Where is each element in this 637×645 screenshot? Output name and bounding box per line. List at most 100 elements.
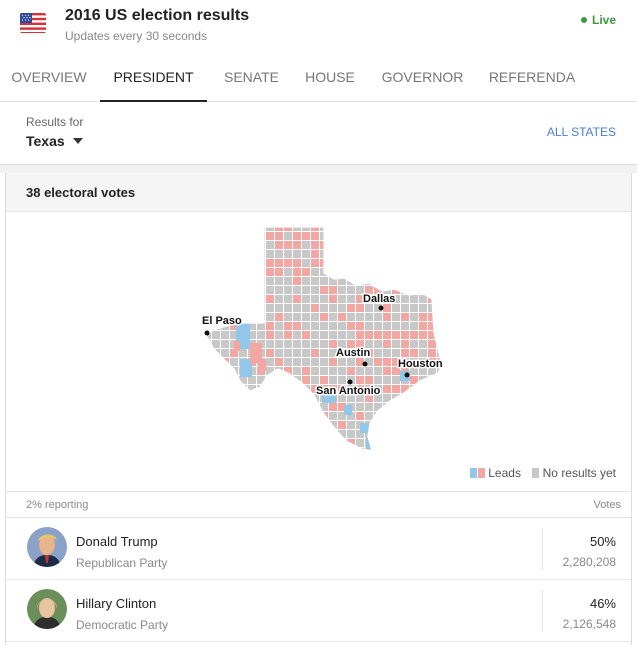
- candidate-name: Hillary Clinton: [76, 596, 157, 611]
- county-cell: [230, 268, 238, 276]
- county-cell: [284, 295, 292, 303]
- county-cell: [365, 403, 373, 411]
- county-cell: [212, 367, 220, 375]
- county-cell: [428, 322, 436, 330]
- county-cell: [275, 430, 283, 438]
- state-dropdown[interactable]: Texas: [26, 133, 83, 149]
- county-cell: [437, 412, 442, 420]
- county-cell: [284, 430, 292, 438]
- county-cell: [419, 277, 427, 285]
- county-cell: [374, 367, 382, 375]
- county-cell: [419, 340, 427, 348]
- county-cell: [266, 241, 274, 249]
- county-cell: [392, 227, 400, 231]
- county-cell: [419, 421, 427, 429]
- tab-house[interactable]: HOUSE: [294, 56, 366, 102]
- city-marker-san-antonio: [347, 379, 353, 385]
- county-cell: [410, 232, 418, 240]
- county-cell: [221, 394, 229, 402]
- county-cell: [329, 295, 337, 303]
- county-cell: [410, 268, 418, 276]
- county-cell: [311, 331, 319, 339]
- county-cell: [437, 227, 442, 231]
- county-cell: [347, 322, 355, 330]
- county-cell: [221, 367, 229, 375]
- tab-referenda[interactable]: REFERENDA: [478, 56, 586, 102]
- county-cell: [275, 277, 283, 285]
- county-cell: [266, 403, 274, 411]
- county-cell: [266, 340, 274, 348]
- legend-swatch-republican: [477, 467, 485, 478]
- tab-overview[interactable]: OVERVIEW: [0, 56, 98, 102]
- live-indicator: Live: [580, 13, 616, 27]
- candidate-row[interactable]: Donald Trump Republican Party 50% 2,280,…: [6, 518, 631, 580]
- county-cell: [338, 250, 346, 258]
- county-cell: [284, 412, 292, 420]
- candidate-avatar: [27, 527, 67, 567]
- county-cell: [446, 421, 454, 429]
- county-cell: [428, 394, 436, 402]
- county-cell: [392, 232, 400, 240]
- tab-president[interactable]: PRESIDENT: [100, 56, 207, 102]
- county-cell: [392, 259, 400, 267]
- county-cell: [401, 448, 409, 451]
- county-cell: [401, 349, 409, 357]
- county-cell: [248, 376, 256, 384]
- county-cell: [347, 313, 355, 321]
- county-cell: [212, 439, 220, 447]
- county-cell: [446, 250, 454, 258]
- county-cell: [401, 322, 409, 330]
- county-cell: [329, 331, 337, 339]
- county-cell: [194, 241, 202, 249]
- county-cell: [302, 340, 310, 348]
- county-cell: [338, 304, 346, 312]
- county-cell: [374, 241, 382, 249]
- county-cell: [230, 358, 238, 366]
- county-cell: [437, 421, 442, 429]
- county-cell: [212, 376, 220, 384]
- county-cell: [302, 448, 310, 451]
- county-cell: [248, 403, 256, 411]
- county-cell: [428, 241, 436, 249]
- county-cell: [230, 385, 238, 393]
- county-cell: [320, 277, 328, 285]
- county-cell: [212, 430, 220, 438]
- county-cell: [383, 304, 391, 312]
- county-cell: [347, 295, 355, 303]
- county-cell: [293, 259, 301, 267]
- county-cell: [329, 286, 337, 294]
- county-cell: [428, 412, 436, 420]
- county-cell: [338, 232, 346, 240]
- county-cell: [212, 331, 220, 339]
- county-cell: [239, 277, 247, 285]
- county-cell: [437, 385, 442, 393]
- county-cell: [356, 376, 364, 384]
- county-cell: [437, 295, 442, 303]
- county-cell: [194, 259, 202, 267]
- county-cell: [401, 421, 409, 429]
- county-cell: [302, 277, 310, 285]
- county-cell: [428, 277, 436, 285]
- tab-governor[interactable]: GOVERNOR: [371, 56, 474, 102]
- county-cell: [428, 448, 436, 451]
- county-cell: [212, 304, 220, 312]
- county-cell: [275, 412, 283, 420]
- county-cell: [401, 313, 409, 321]
- county-cell: [221, 227, 229, 231]
- county-cell: [311, 232, 319, 240]
- county-cell: [320, 313, 328, 321]
- candidate-percent: 50%: [589, 534, 616, 549]
- county-cell: [257, 412, 265, 420]
- card-header: 38 electoral votes: [6, 173, 631, 212]
- county-cell: [410, 295, 418, 303]
- all-states-link[interactable]: ALL STATES: [547, 125, 616, 139]
- county-cell: [284, 358, 292, 366]
- county-cell: [401, 295, 409, 303]
- texas-county-map[interactable]: Dallas El Paso Austin Houston San Antoni…: [194, 223, 454, 455]
- tab-senate[interactable]: SENATE: [209, 56, 294, 102]
- county-cell: [329, 250, 337, 258]
- candidate-row[interactable]: Hillary Clinton Democratic Party 46% 2,1…: [6, 580, 631, 642]
- county-cell: [266, 394, 274, 402]
- county-cell: [320, 286, 328, 294]
- county-cell-republican-lead: [258, 359, 266, 371]
